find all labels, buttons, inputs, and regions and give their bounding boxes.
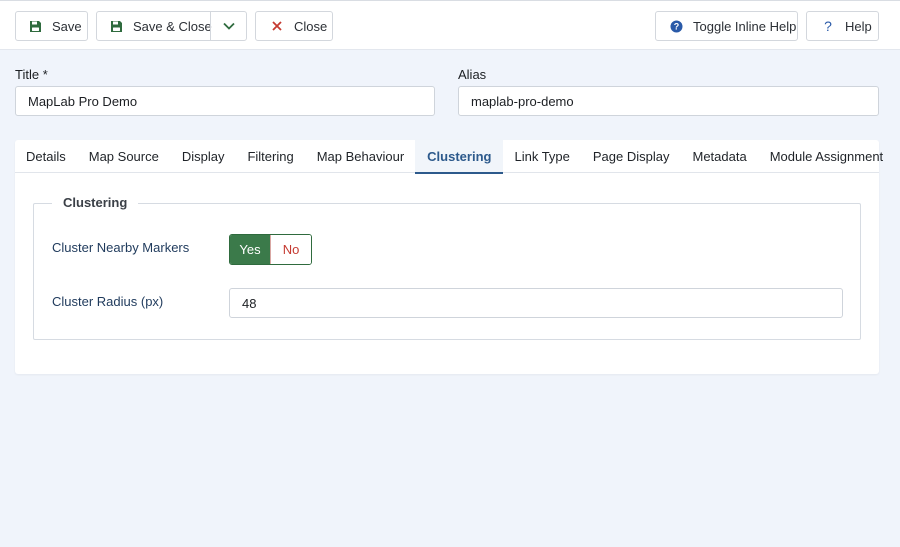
save-options-dropdown-toggle[interactable]	[211, 12, 247, 40]
help-button[interactable]: ? Help	[806, 11, 879, 41]
save-close-split-button: Save & Close	[96, 11, 247, 41]
save-icon	[110, 19, 123, 33]
chevron-down-icon	[223, 22, 235, 30]
save-label: Save	[52, 18, 82, 34]
toolbar: Save Save & Close Close ? Toggle Inline …	[0, 0, 900, 50]
question-circle-icon: ?	[669, 19, 683, 33]
tab-module-assignment[interactable]: Module Assignment	[758, 140, 895, 173]
tab-page-display[interactable]: Page Display	[581, 140, 682, 173]
save-icon	[28, 19, 42, 33]
tab-filtering[interactable]: Filtering	[235, 140, 305, 173]
title-label: Title *	[15, 67, 48, 82]
tab-map-source[interactable]: Map Source	[77, 140, 171, 173]
cluster-nearby-markers-switcher: Yes No	[229, 234, 312, 265]
tab-link-type[interactable]: Link Type	[503, 140, 580, 173]
title-input[interactable]	[15, 86, 435, 116]
no-option[interactable]: No	[270, 235, 311, 264]
cluster-nearby-markers-label: Cluster Nearby Markers	[52, 240, 190, 255]
save-button[interactable]: Save	[15, 11, 88, 41]
help-label: Help	[845, 18, 872, 34]
clustering-legend: Clustering	[52, 195, 139, 210]
alias-input[interactable]	[458, 86, 879, 116]
tab-bar: Details Map Source Display Filtering Map…	[15, 140, 883, 174]
clustering-fieldset: Clustering Cluster Nearby Markers Yes No…	[33, 195, 861, 340]
cluster-radius-input[interactable]	[229, 288, 843, 318]
tab-details[interactable]: Details	[15, 140, 77, 173]
edit-card: Details Map Source Display Filtering Map…	[15, 140, 883, 374]
tab-clustering[interactable]: Clustering	[415, 140, 504, 174]
close-button[interactable]: Close	[255, 11, 333, 41]
tab-metadata[interactable]: Metadata	[682, 140, 758, 173]
save-close-button[interactable]: Save & Close	[97, 12, 212, 40]
close-icon	[270, 19, 284, 33]
cluster-radius-label: Cluster Radius (px)	[52, 294, 164, 309]
yes-option[interactable]: Yes	[230, 235, 270, 264]
alias-label: Alias	[458, 67, 487, 82]
tab-display[interactable]: Display	[171, 140, 236, 173]
close-label: Close	[294, 18, 328, 34]
toggle-inline-help-button[interactable]: ? Toggle Inline Help	[655, 11, 798, 41]
save-close-label: Save & Close	[133, 18, 212, 34]
svg-text:?: ?	[673, 21, 679, 31]
tab-map-behaviour[interactable]: Map Behaviour	[306, 140, 415, 173]
toggle-inline-help-label: Toggle Inline Help	[693, 18, 797, 34]
question-icon: ?	[824, 18, 832, 34]
